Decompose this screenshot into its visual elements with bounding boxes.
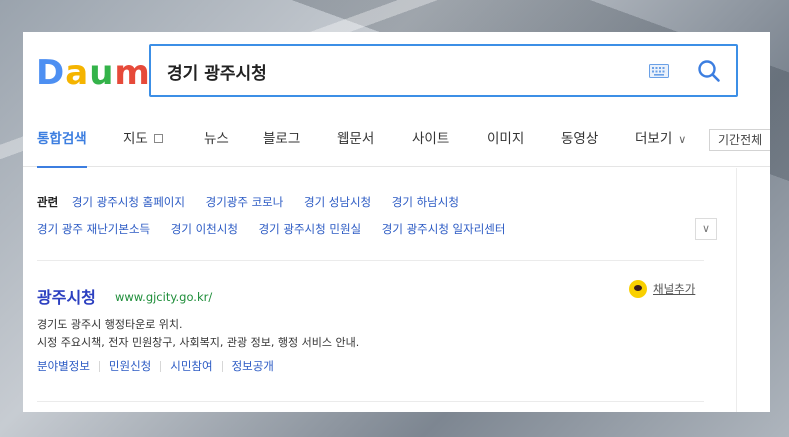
tab-sites[interactable]: 사이트: [412, 112, 449, 167]
divider: [37, 260, 704, 261]
expand-related-button[interactable]: ∨: [695, 218, 717, 240]
kakao-channel-icon: [629, 280, 647, 298]
related-link[interactable]: 경기 하남시청: [392, 195, 459, 209]
result-title-link[interactable]: 광주시청: [37, 284, 96, 308]
tab-map[interactable]: 지도: [123, 112, 163, 167]
related-link[interactable]: 경기 광주시청 민원실: [259, 222, 362, 236]
separator: [221, 361, 223, 372]
daum-logo[interactable]: D a u m: [36, 52, 150, 93]
tab-news[interactable]: 뉴스: [204, 112, 229, 167]
tab-videos[interactable]: 동영상: [561, 112, 598, 167]
divider: [37, 401, 704, 402]
related-link[interactable]: 경기 광주시청 일자리센터: [382, 222, 506, 236]
tab-all[interactable]: 통합검색: [37, 112, 87, 168]
sublink[interactable]: 분야별정보: [37, 359, 90, 373]
add-channel-label: 채널추가: [653, 282, 696, 296]
chevron-down-icon: ∨: [678, 133, 687, 146]
result-description: 시정 주요시책, 전자 민원창구, 사회복지, 관광 정보, 행정 서비스 안내…: [37, 336, 360, 349]
result-description: 경기도 광주시 행정타운로 위치.: [37, 318, 183, 331]
related-link[interactable]: 경기 성남시청: [304, 195, 371, 209]
separator: [98, 361, 100, 372]
tab-web-docs[interactable]: 웹문서: [337, 112, 374, 167]
related-link[interactable]: 경기 광주시청 홈페이지: [72, 195, 185, 209]
logo-letter-d: D: [36, 53, 65, 93]
tab-images[interactable]: 이미지: [487, 112, 524, 167]
logo-letter-m: m: [114, 53, 150, 93]
add-channel-button[interactable]: 채널추가: [629, 280, 695, 298]
header: D a u m: [23, 32, 770, 112]
related-link[interactable]: 경기 광주 재난기본소득: [37, 222, 150, 236]
related-row: 관련 경기 광주시청 홈페이지 경기광주 코로나 경기 성남시청 경기 하남시청: [37, 194, 476, 210]
search-tabs: 통합검색 지도 뉴스 블로그 웹문서 사이트 이미지 동영상 더보기 ∨ 기간전체: [23, 112, 770, 168]
logo-letter-u: u: [89, 53, 114, 93]
search-box: [149, 44, 738, 97]
search-results-page: D a u m 통합검색 지도: [23, 32, 770, 412]
sublink[interactable]: 정보공개: [232, 359, 274, 373]
period-select[interactable]: 기간전체: [709, 129, 770, 151]
separator: [160, 361, 162, 372]
result-url[interactable]: www.gjcity.go.kr/: [115, 290, 212, 304]
tab-more[interactable]: 더보기 ∨: [635, 112, 686, 167]
related-title: 관련: [37, 195, 59, 209]
result-sublinks: 분야별정보 민원신청 시민참여 정보공개: [37, 358, 274, 374]
checkbox-icon: [153, 133, 163, 143]
related-link[interactable]: 경기 이천시청: [171, 222, 238, 236]
search-icon[interactable]: [695, 57, 723, 85]
related-row: 경기 광주 재난기본소득 경기 이천시청 경기 광주시청 민원실 경기 광주시청…: [37, 221, 522, 237]
sublink[interactable]: 시민참여: [170, 359, 212, 373]
keyboard-icon[interactable]: [649, 64, 669, 78]
logo-letter-a: a: [65, 53, 89, 93]
sublink[interactable]: 민원신청: [109, 359, 151, 373]
related-link[interactable]: 경기광주 코로나: [206, 195, 284, 209]
column-divider: [736, 168, 737, 412]
tab-blog[interactable]: 블로그: [263, 112, 300, 167]
search-input[interactable]: [167, 58, 627, 84]
